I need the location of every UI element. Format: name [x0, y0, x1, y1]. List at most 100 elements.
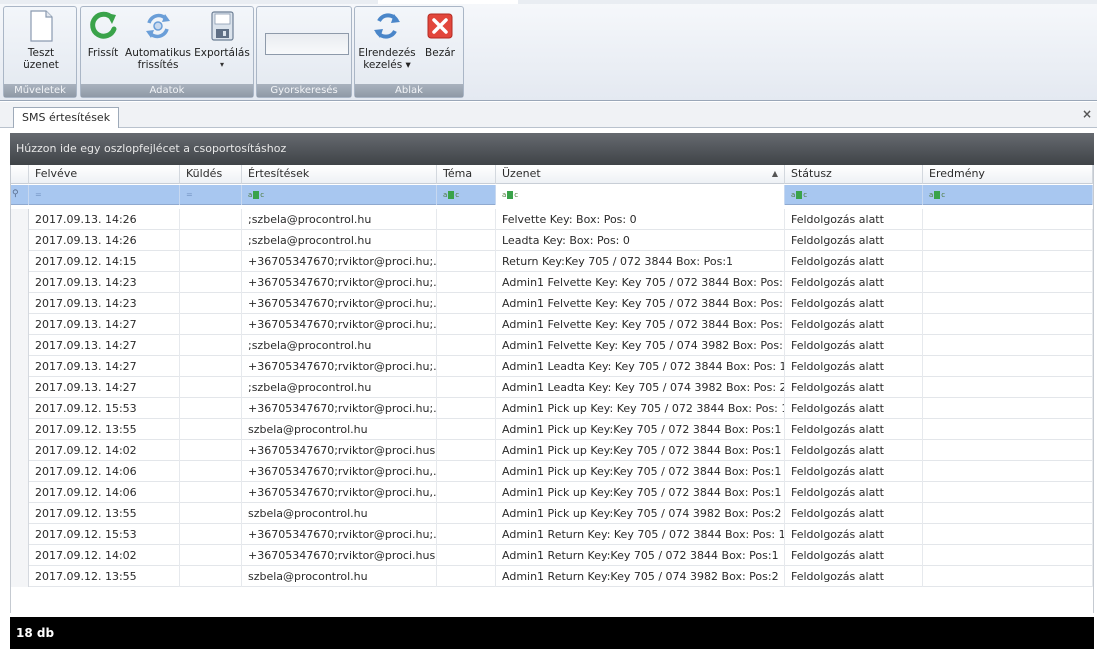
table-row[interactable]: 2017.09.12. 14:15 +36705347670;rviktor@pr…: [11, 251, 1093, 272]
row-indicator[interactable]: [11, 251, 29, 272]
cell-uzenet[interactable]: Admin1 Pick up Key: Key 705 / 072 3844 B…: [496, 398, 785, 419]
cell-tema[interactable]: [437, 440, 496, 461]
cell-kuldes[interactable]: [180, 503, 242, 524]
cell-kuldes[interactable]: [180, 440, 242, 461]
cell-felveve[interactable]: 2017.09.12. 13:55: [29, 503, 180, 524]
cell-eredmeny[interactable]: [923, 272, 1093, 293]
row-indicator[interactable]: [11, 230, 29, 251]
cell-eredmeny[interactable]: [923, 440, 1093, 461]
cell-tema[interactable]: [437, 398, 496, 419]
cell-uzenet[interactable]: Admin1 Felvette Key: Key 705 / 072 3844 …: [496, 272, 785, 293]
cell-eredmeny[interactable]: [923, 293, 1093, 314]
cell-tema[interactable]: [437, 503, 496, 524]
cell-tema[interactable]: [437, 230, 496, 251]
cell-statusz[interactable]: Feldolgozás alatt: [785, 251, 923, 272]
cell-uzenet[interactable]: Admin1 Leadta Key: Key 705 / 072 3844 Bo…: [496, 356, 785, 377]
table-row[interactable]: 2017.09.12. 14:02 +36705347670;rviktor@pr…: [11, 440, 1093, 461]
cell-felveve[interactable]: 2017.09.12. 15:53: [29, 398, 180, 419]
cell-kuldes[interactable]: [180, 209, 242, 230]
cell-eredmeny[interactable]: [923, 209, 1093, 230]
cell-statusz[interactable]: Feldolgozás alatt: [785, 377, 923, 398]
cell-tema[interactable]: [437, 524, 496, 545]
row-indicator[interactable]: [11, 419, 29, 440]
cell-felveve[interactable]: 2017.09.13. 14:27: [29, 356, 180, 377]
table-row[interactable]: 2017.09.13. 14:27 +36705347670;rviktor@pr…: [11, 314, 1093, 335]
cell-kuldes[interactable]: [180, 545, 242, 566]
column-header-tema[interactable]: Téma: [437, 165, 496, 184]
cell-tema[interactable]: [437, 461, 496, 482]
elrendezes-kezeles-button[interactable]: Elrendezés kezelés ▾: [357, 9, 417, 71]
cell-felveve[interactable]: 2017.09.13. 14:27: [29, 335, 180, 356]
cell-felveve[interactable]: 2017.09.13. 14:26: [29, 230, 180, 251]
close-tab-icon[interactable]: ×: [1082, 107, 1092, 121]
cell-ertesitesek[interactable]: szbela@procontrol.hu: [242, 566, 437, 587]
cell-kuldes[interactable]: [180, 251, 242, 272]
cell-tema[interactable]: [437, 251, 496, 272]
tab-sms-ertesitesek[interactable]: SMS értesítések: [13, 107, 120, 128]
cell-ertesitesek[interactable]: ;szbela@procontrol.hu: [242, 209, 437, 230]
cell-kuldes[interactable]: [180, 293, 242, 314]
cell-felveve[interactable]: 2017.09.13. 14:27: [29, 314, 180, 335]
filter-contains-icon[interactable]: ac: [791, 190, 807, 200]
filter-eredmeny[interactable]: ac: [923, 185, 1093, 205]
cell-felveve[interactable]: 2017.09.12. 14:06: [29, 482, 180, 503]
table-row[interactable]: 2017.09.13. 14:27 ;szbela@procontrol.hu Ad…: [11, 335, 1093, 356]
row-indicator[interactable]: [11, 272, 29, 293]
cell-felveve[interactable]: 2017.09.12. 15:53: [29, 524, 180, 545]
cell-tema[interactable]: [437, 293, 496, 314]
column-header-statusz[interactable]: Státusz: [785, 165, 923, 184]
cell-kuldes[interactable]: [180, 419, 242, 440]
cell-eredmeny[interactable]: [923, 335, 1093, 356]
cell-eredmeny[interactable]: [923, 356, 1093, 377]
cell-statusz[interactable]: Feldolgozás alatt: [785, 545, 923, 566]
filter-tema[interactable]: ac: [437, 185, 496, 205]
cell-felveve[interactable]: 2017.09.12. 14:02: [29, 440, 180, 461]
filter-equals-icon[interactable]: =: [35, 190, 42, 200]
cell-ertesitesek[interactable]: +36705347670;rviktor@proci.hu;...: [242, 314, 437, 335]
filter-uzenet[interactable]: ac: [496, 185, 785, 205]
cell-tema[interactable]: [437, 356, 496, 377]
table-row[interactable]: 2017.09.12. 13:55 szbela@procontrol.hu Adm…: [11, 419, 1093, 440]
cell-eredmeny[interactable]: [923, 524, 1093, 545]
exportalas-button[interactable]: Exportálás ▾: [193, 9, 251, 71]
cell-statusz[interactable]: Feldolgozás alatt: [785, 566, 923, 587]
cell-felveve[interactable]: 2017.09.13. 14:27: [29, 377, 180, 398]
cell-eredmeny[interactable]: [923, 419, 1093, 440]
cell-uzenet[interactable]: Leadta Key: Box: Pos: 0: [496, 230, 785, 251]
cell-uzenet[interactable]: Admin1 Pick up Key:Key 705 / 072 3844 Bo…: [496, 461, 785, 482]
cell-felveve[interactable]: 2017.09.13. 14:26: [29, 209, 180, 230]
cell-eredmeny[interactable]: [923, 566, 1093, 587]
row-indicator[interactable]: [11, 335, 29, 356]
cell-tema[interactable]: [437, 419, 496, 440]
row-indicator[interactable]: [11, 356, 29, 377]
filter-contains-icon[interactable]: ac: [929, 190, 945, 200]
cell-uzenet[interactable]: Admin1 Pick up Key:Key 705 / 072 3844 Bo…: [496, 419, 785, 440]
cell-tema[interactable]: [437, 377, 496, 398]
cell-uzenet[interactable]: Felvette Key: Box: Pos: 0: [496, 209, 785, 230]
exportalas-dropdown-arrow[interactable]: ▾: [193, 59, 251, 71]
row-indicator[interactable]: [11, 398, 29, 419]
cell-ertesitesek[interactable]: +36705347670;rviktor@proci.hu;...: [242, 398, 437, 419]
cell-uzenet[interactable]: Admin1 Pick up Key:Key 705 / 072 3844 Bo…: [496, 440, 785, 461]
cell-statusz[interactable]: Feldolgozás alatt: [785, 440, 923, 461]
cell-eredmeny[interactable]: [923, 314, 1093, 335]
cell-tema[interactable]: [437, 566, 496, 587]
column-header-felveve[interactable]: Felvéve: [29, 165, 180, 184]
cell-kuldes[interactable]: [180, 398, 242, 419]
cell-kuldes[interactable]: [180, 314, 242, 335]
filter-equals-icon[interactable]: =: [186, 190, 193, 200]
row-indicator[interactable]: [11, 293, 29, 314]
cell-felveve[interactable]: 2017.09.12. 14:02: [29, 545, 180, 566]
row-indicator[interactable]: [11, 209, 29, 230]
cell-ertesitesek[interactable]: ;szbela@procontrol.hu: [242, 335, 437, 356]
cell-felveve[interactable]: 2017.09.12. 13:55: [29, 419, 180, 440]
teszt-uzenet-button[interactable]: Teszt üzenet: [12, 9, 70, 71]
cell-ertesitesek[interactable]: szbela@procontrol.hu: [242, 419, 437, 440]
cell-ertesitesek[interactable]: +36705347670;rviktor@proci.hus...: [242, 545, 437, 566]
cell-ertesitesek[interactable]: +36705347670;rviktor@proci.hu;...: [242, 251, 437, 272]
cell-uzenet[interactable]: Admin1 Return Key: Key 705 / 072 3844 Bo…: [496, 524, 785, 545]
cell-tema[interactable]: [437, 482, 496, 503]
cell-tema[interactable]: [437, 335, 496, 356]
cell-tema[interactable]: [437, 545, 496, 566]
cell-ertesitesek[interactable]: szbela@procontrol.hu: [242, 503, 437, 524]
